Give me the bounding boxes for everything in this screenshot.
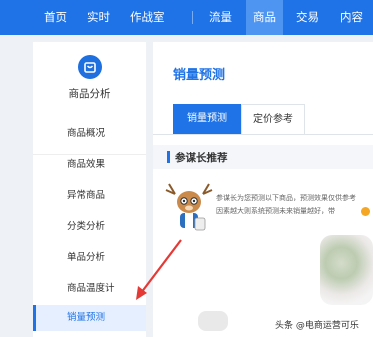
blurred-product-image bbox=[320, 235, 373, 305]
blurred-product-image bbox=[198, 311, 228, 331]
watermark: 头条 @电商运营可乐 bbox=[275, 321, 359, 331]
annotation-arrow bbox=[136, 239, 182, 300]
coin-icon bbox=[361, 207, 370, 216]
